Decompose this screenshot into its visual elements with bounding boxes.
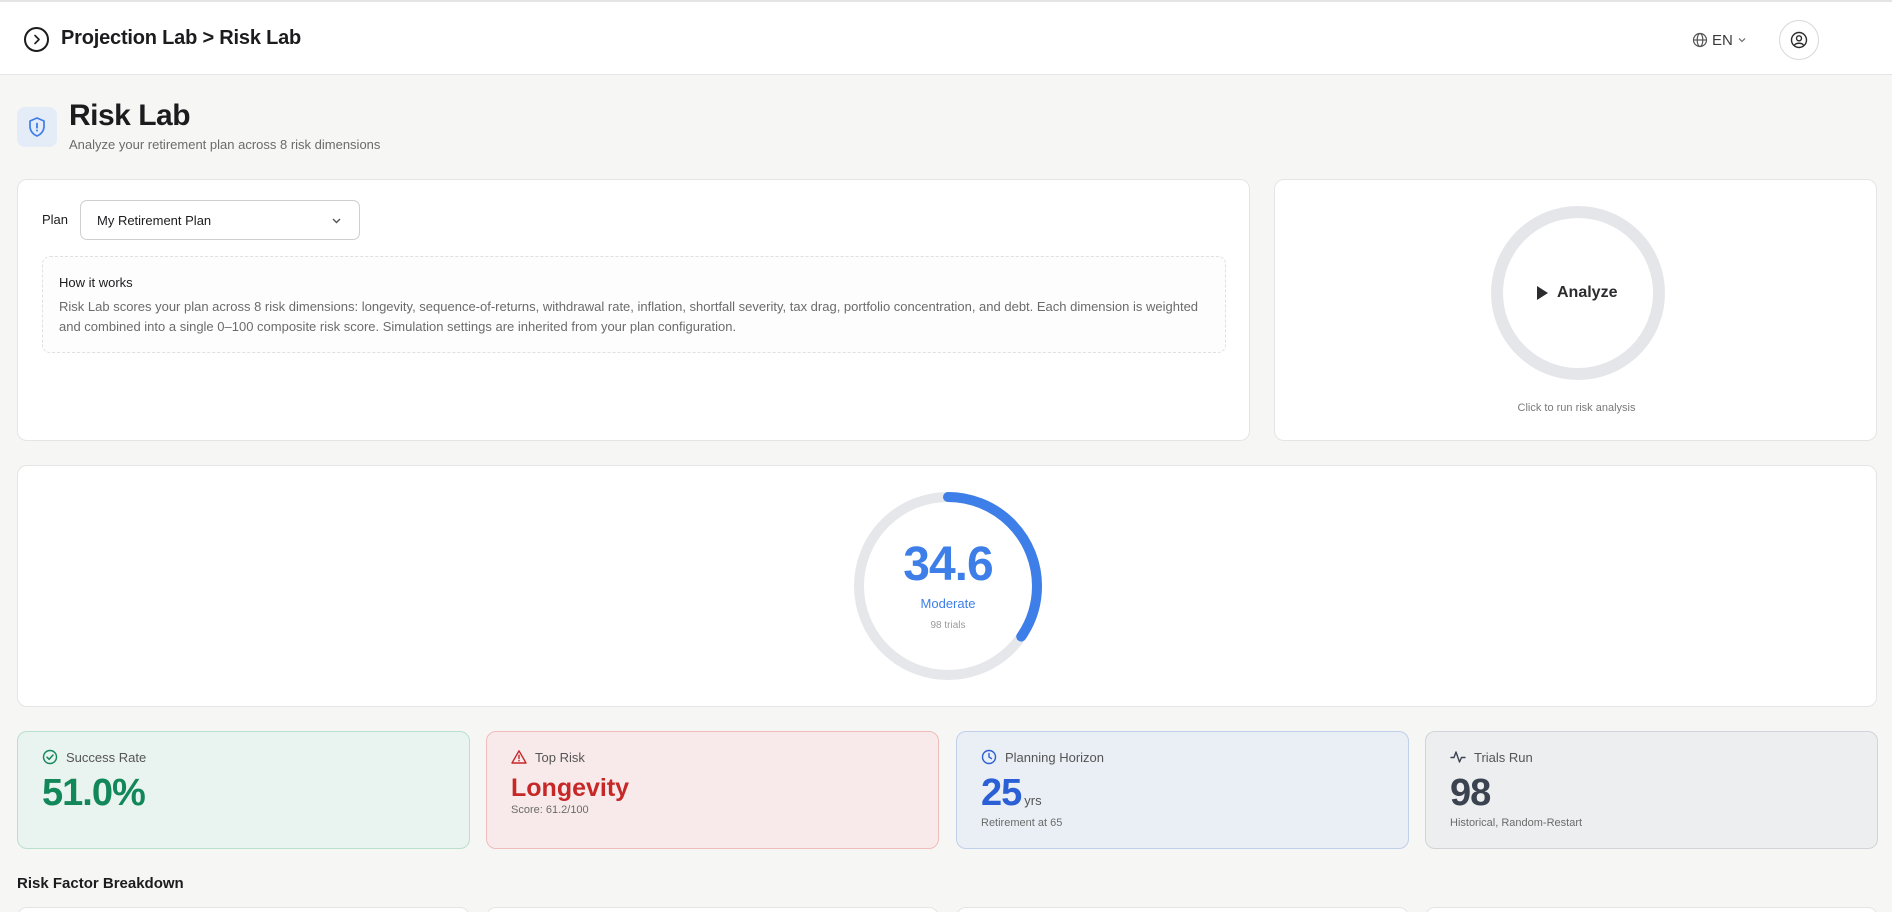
success-rate-card: Success Rate 51.0% [17,731,470,849]
top-risk-value: Longevity [511,774,630,802]
risk-factor-card [486,907,939,912]
success-rate-value: 51.0% [42,772,146,814]
analyze-card: Analyze Click to run risk analysis [1274,179,1877,441]
play-icon [1537,286,1548,300]
page-title: Risk Lab [69,99,191,132]
plan-label: Plan [42,212,69,227]
risk-factor-card [1425,907,1878,912]
planning-horizon-value-row: 25 yrs [981,772,1042,815]
trials-count-label: 98 trials [930,620,966,631]
user-account-button[interactable] [1779,20,1819,60]
risk-factor-card [956,907,1409,912]
retirement-age-label: Retirement at 65 [981,817,1063,829]
composite-score-card: 34.6 Moderate 98 trials [17,465,1877,707]
top-bar: Projection Lab > Risk Lab EN [0,0,1892,75]
how-it-works-text: Risk Lab scores your plan across 8 risk … [59,299,1199,334]
how-it-works-box: How it works Risk Lab scores your plan a… [42,256,1226,353]
shield-alert-icon [17,107,57,147]
sidebar-toggle-icon[interactable] [24,27,49,52]
trials-run-value: 98 [1450,772,1491,814]
planning-horizon-unit: yrs [1024,793,1042,808]
analyze-caption: Click to run risk analysis [1517,402,1636,414]
globe-icon [1692,32,1708,48]
plan-select-value: My Retirement Plan [97,212,212,228]
trials-run-label: Trials Run [1474,749,1533,765]
risk-factor-card [17,907,470,912]
planning-horizon-label: Planning Horizon [1005,749,1105,765]
language-selector[interactable]: EN [1692,30,1747,50]
planning-horizon-value: 25 [981,772,1022,814]
top-risk-card: Top Risk Longevity Score: 61.2/100 [486,731,939,849]
page-subtitle: Analyze your retirement plan across 8 ri… [69,137,381,152]
trials-method-label: Historical, Random-Restart [1450,817,1583,829]
activity-pulse-icon [1450,751,1466,763]
breadcrumb: Projection Lab > Risk Lab [61,27,302,49]
warning-triangle-icon [511,750,527,764]
clock-icon [981,749,997,765]
plan-select[interactable]: My Retirement Plan [80,200,360,240]
check-circle-icon [42,749,58,765]
plan-card: Plan My Retirement Plan How it works Ris… [17,179,1250,441]
top-risk-label: Top Risk [535,749,585,765]
success-rate-label: Success Rate [66,749,147,765]
trials-run-card: Trials Run 98 Historical, Random-Restart [1425,731,1878,849]
chevron-down-icon [332,218,341,224]
analyze-button[interactable]: Analyze [1535,282,1617,304]
how-it-works-title: How it works [59,275,133,290]
planning-horizon-card: Planning Horizon 25 yrs Retirement at 65 [956,731,1409,849]
risk-level-label: Moderate [920,596,976,611]
language-label: EN [1712,31,1733,49]
user-avatar-icon [1790,31,1808,49]
top-risk-score: Score: 61.2/100 [511,804,589,816]
risk-factor-breakdown-title: Risk Factor Breakdown [17,875,184,892]
analyze-button-label: Analyze [1557,284,1618,301]
chevron-down-icon [1738,38,1746,43]
composite-score-value: 34.6 [903,538,993,591]
